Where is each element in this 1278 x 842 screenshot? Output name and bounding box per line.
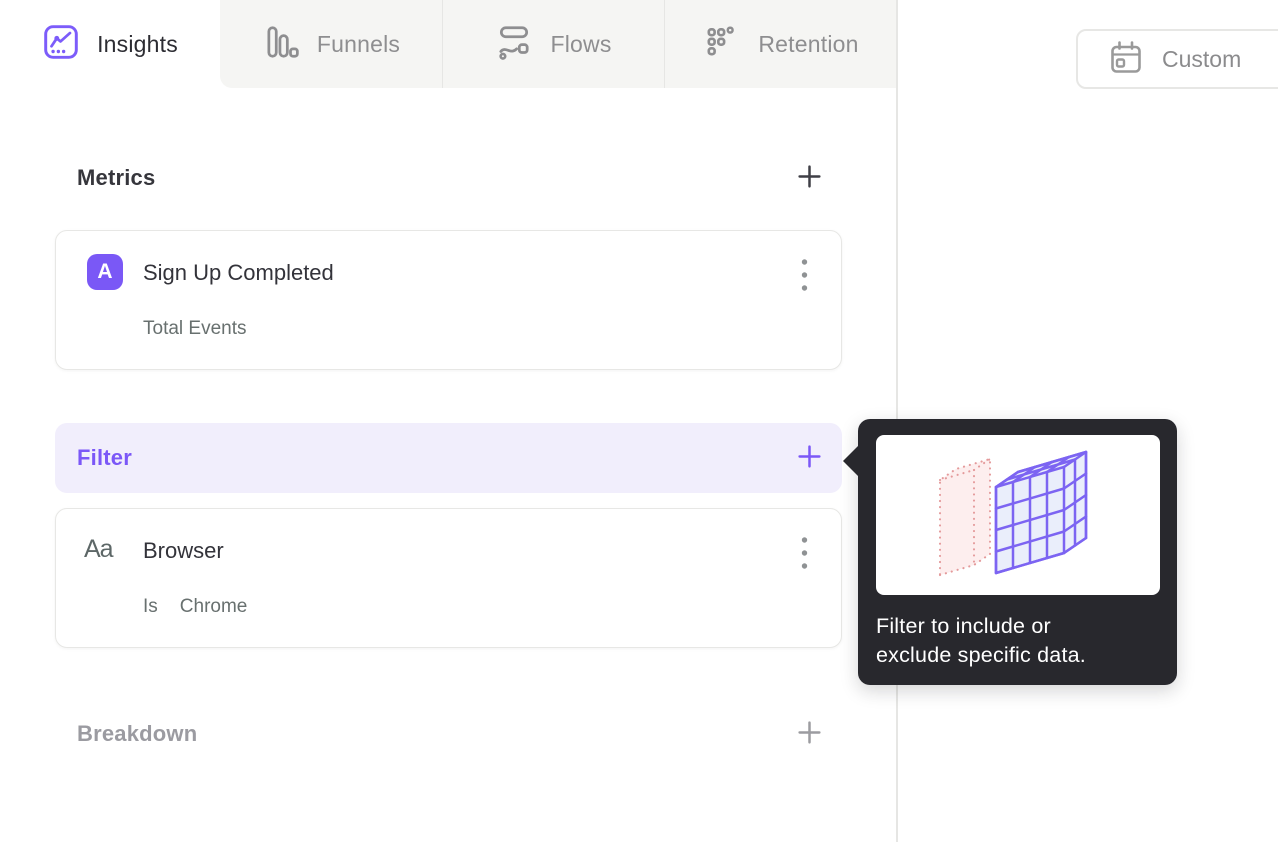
tab-bar: Insights Funnels Flows Retention: [0, 0, 897, 88]
metric-aggregation: Total Events: [143, 318, 247, 339]
custom-date-range-button[interactable]: Custom: [1076, 29, 1278, 89]
tab-insights[interactable]: Insights: [0, 0, 220, 88]
filter-options-button[interactable]: [793, 533, 815, 573]
metrics-section-title: Metrics: [77, 165, 156, 190]
tab-flows[interactable]: Flows: [442, 0, 664, 88]
kebab-menu-icon: [800, 535, 809, 575]
retention-dots-icon: [703, 23, 741, 66]
custom-date-range-label: Custom: [1162, 45, 1242, 72]
cube-grid-illustration: [876, 435, 1160, 595]
tab-retention[interactable]: Retention: [664, 0, 897, 88]
plus-icon: [796, 443, 823, 473]
tooltip-text: Filter to include or exclude specific da…: [876, 612, 1168, 669]
tab-funnels[interactable]: Funnels: [220, 0, 442, 88]
calendar-icon: [1106, 38, 1146, 81]
add-breakdown-button[interactable]: [796, 721, 822, 747]
tooltip-text-line2: exclude specific data.: [876, 642, 1086, 667]
tooltip-text-line1: Filter to include or: [876, 614, 1051, 638]
filter-section-title: Filter: [77, 445, 132, 470]
add-filter-button[interactable]: [796, 445, 822, 471]
tab-insights-label: Insights: [97, 30, 178, 57]
tab-flows-label: Flows: [550, 30, 612, 57]
tooltip-arrow: [843, 445, 859, 477]
tab-retention-label: Retention: [758, 30, 859, 57]
metrics-section-header: Metrics: [55, 160, 842, 196]
breakdown-section-header: Breakdown: [55, 716, 842, 752]
add-metric-button[interactable]: [796, 165, 822, 191]
metric-name: Sign Up Completed: [143, 260, 334, 285]
filter-value[interactable]: Chrome: [180, 596, 248, 618]
metric-card-sign-up-completed[interactable]: A Sign Up Completed Total Events: [55, 230, 842, 370]
filter-property-name: Browser: [143, 538, 224, 563]
tab-funnels-label: Funnels: [316, 30, 401, 57]
kebab-menu-icon: [800, 257, 809, 297]
plus-icon: [796, 719, 823, 749]
breakdown-section-title: Breakdown: [77, 721, 198, 746]
metric-options-button[interactable]: [793, 255, 815, 295]
filter-help-tooltip: Filter to include or exclude specific da…: [843, 419, 1177, 685]
text-property-icon: Aa: [84, 535, 114, 563]
plus-icon: [796, 163, 823, 193]
filter-operator[interactable]: Is: [143, 596, 158, 618]
flows-stream-icon: [495, 23, 533, 66]
insights-chart-icon: [42, 23, 80, 66]
funnels-bars-icon: [262, 23, 300, 66]
filter-card-browser[interactable]: Aa Browser Is Chrome: [55, 508, 842, 648]
metric-letter-badge: A: [87, 254, 123, 290]
filter-section-header[interactable]: Filter: [55, 423, 842, 493]
